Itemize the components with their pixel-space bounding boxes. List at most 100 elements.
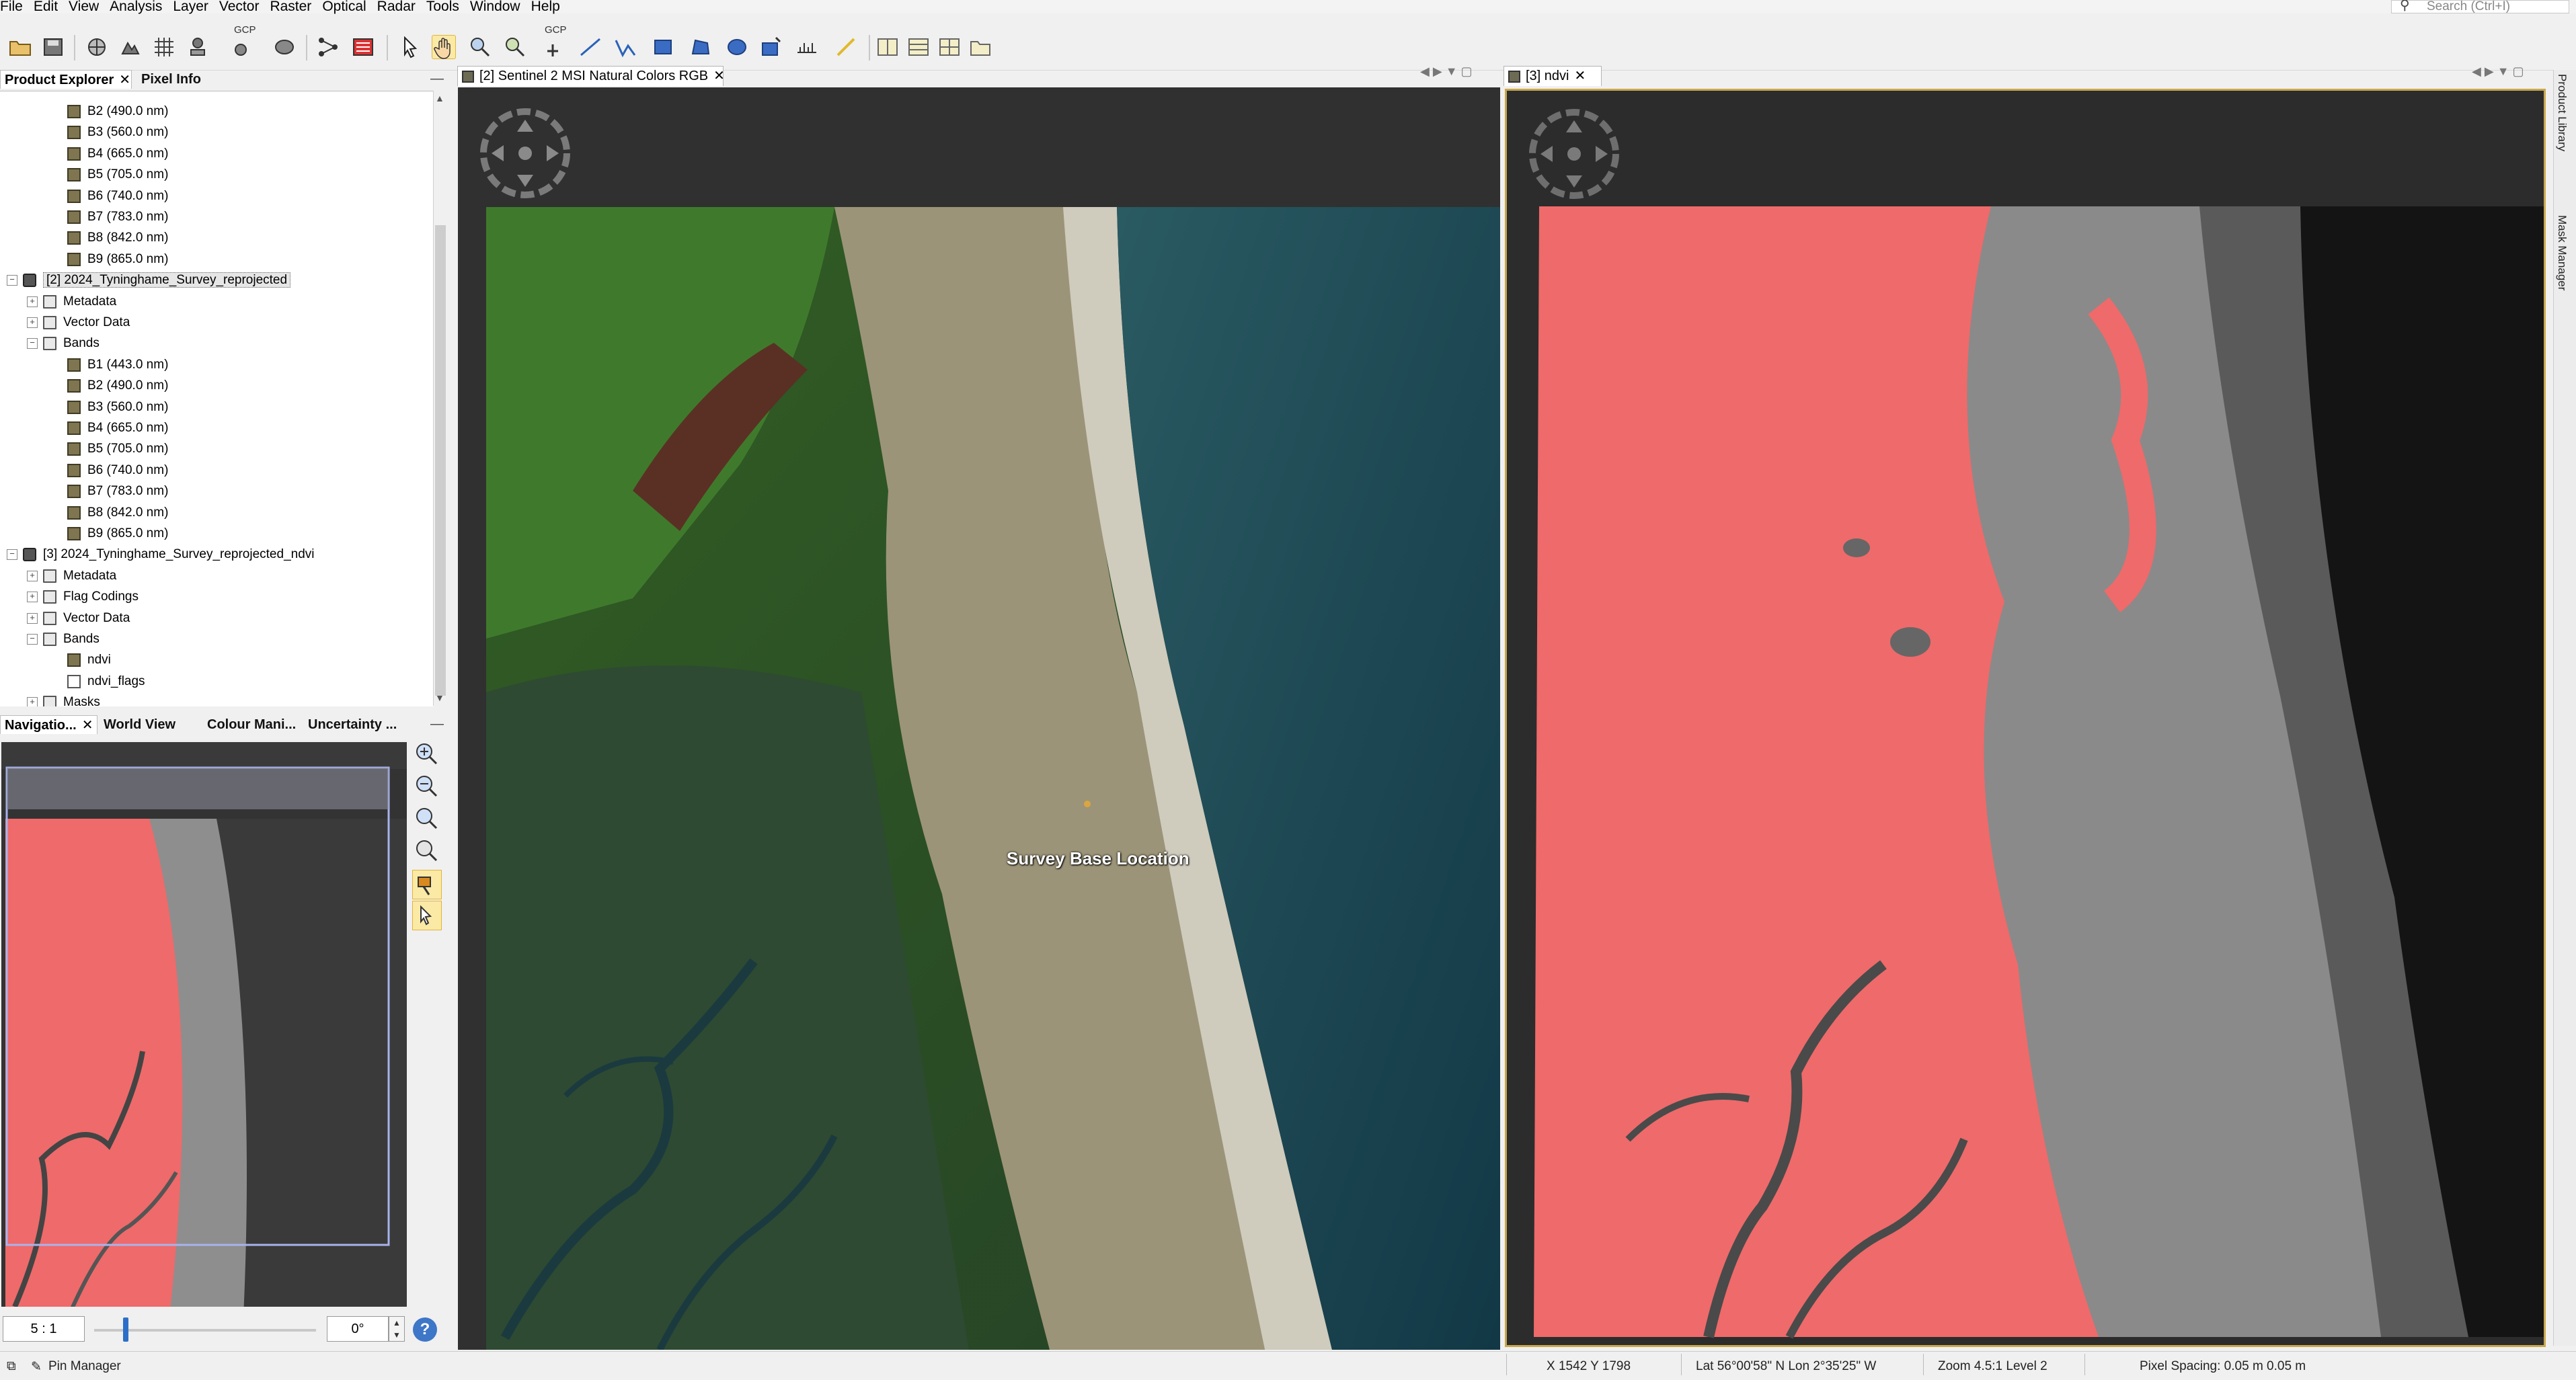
pin-placing-icon[interactable] [503, 35, 527, 59]
magic-wand-icon[interactable] [760, 35, 784, 59]
tile-horizontally-icon[interactable] [906, 35, 931, 59]
measure-icon[interactable] [834, 35, 858, 59]
export-icon[interactable] [118, 35, 143, 59]
menu-window[interactable]: Window [470, 0, 520, 13]
tree-band[interactable]: B1 (443.0 nm) [67, 354, 168, 375]
minimize-icon[interactable]: — [430, 71, 444, 87]
tab-product-explorer[interactable]: Product Explorer ✕ [0, 70, 132, 89]
tab-navigation[interactable]: Navigatio... ✕ [0, 715, 97, 734]
tree-product[interactable]: − [3] 2024_Tyninghame_Survey_reprojected_… [7, 544, 315, 565]
rotation-field[interactable]: 0° [327, 1316, 389, 1342]
close-icon[interactable]: ✕ [82, 718, 93, 733]
tree-folder[interactable]: + Metadata [27, 291, 116, 312]
rotation-spinner[interactable]: ▲ ▼ [389, 1316, 405, 1342]
pin-manager-label[interactable]: Pin Manager [48, 1359, 121, 1374]
zoom-actual-icon[interactable] [412, 804, 442, 834]
batch-processing-icon[interactable] [351, 35, 375, 59]
tree-folder[interactable]: − Bands [27, 628, 100, 649]
gcp-tool-icon[interactable] [229, 35, 253, 59]
menu-view[interactable]: View [69, 0, 99, 13]
select-tool-icon[interactable] [398, 35, 422, 59]
zoom-slider-thumb[interactable] [123, 1317, 128, 1342]
collapse-icon[interactable]: − [27, 633, 38, 645]
tree-band[interactable]: B8 (842.0 nm) [67, 502, 168, 523]
zoom-all-icon[interactable] [412, 836, 442, 866]
draw-line-icon[interactable] [578, 35, 602, 59]
tree-folder[interactable]: + Vector Data [27, 312, 130, 333]
expand-icon[interactable]: + [27, 612, 38, 624]
sync-cursor-icon[interactable] [412, 901, 442, 930]
tree-band[interactable]: B9 (865.0 nm) [67, 523, 168, 544]
tree-folder[interactable]: − Bands [27, 333, 100, 354]
geocoding-icon[interactable] [85, 35, 109, 59]
collapse-icon[interactable]: − [7, 275, 17, 286]
draw-polygon-icon[interactable] [689, 35, 713, 59]
expand-icon[interactable]: + [27, 697, 38, 706]
tree-band[interactable]: B6 (740.0 nm) [67, 460, 168, 481]
tab-view-rgb[interactable]: [2] Sentinel 2 MSI Natural Colors RGB ✕ [457, 66, 725, 86]
search-input[interactable]: ⚲ Search (Ctrl+I) [2391, 0, 2569, 13]
tree-band[interactable]: B8 (842.0 nm) [67, 227, 168, 248]
draw-rectangle-icon[interactable] [651, 35, 675, 59]
tree-band[interactable]: B5 (705.0 nm) [67, 164, 168, 185]
pan-tool-icon[interactable] [432, 35, 456, 59]
expand-icon[interactable]: + [27, 317, 38, 328]
menu-optical[interactable]: Optical [322, 0, 366, 13]
tree-band[interactable]: B5 (705.0 nm) [67, 438, 168, 459]
menu-raster[interactable]: Raster [270, 0, 311, 13]
tile-single-icon[interactable] [968, 35, 992, 59]
menu-vector[interactable]: Vector [219, 0, 260, 13]
menu-tools[interactable]: Tools [426, 0, 459, 13]
tree-product[interactable]: − [2] 2024_Tyninghame_Survey_reprojected [7, 270, 291, 290]
side-tab-product-library[interactable]: Product Library [2555, 74, 2569, 151]
tab-pixel-info[interactable]: Pixel Info [137, 70, 211, 89]
tree-folder[interactable]: + Flag Codings [27, 586, 139, 607]
expand-icon[interactable]: + [27, 296, 38, 307]
tree-band[interactable]: B2 (490.0 nm) [67, 375, 168, 396]
sync-views-icon[interactable] [412, 870, 442, 899]
tab-colour-manipulation[interactable]: Colour Mani... [203, 715, 301, 734]
tree-band[interactable]: ndvi [67, 649, 111, 670]
tree-band[interactable]: ndvi_flags [67, 671, 145, 692]
zoom-factor-field[interactable]: 5 : 1 [3, 1316, 85, 1342]
tree-band[interactable]: B6 (740.0 nm) [67, 186, 168, 206]
zoom-in-icon[interactable] [412, 739, 442, 769]
scroll-down-icon[interactable]: ▼ [435, 692, 444, 703]
maximize-icon[interactable]: ⧉ [7, 1359, 16, 1374]
expand-icon[interactable]: + [27, 570, 38, 581]
close-icon[interactable]: ✕ [1574, 69, 1586, 83]
tree-band[interactable]: B4 (665.0 nm) [67, 143, 168, 164]
help-button[interactable]: ? [413, 1317, 437, 1342]
grid-icon[interactable] [152, 35, 176, 59]
side-tab-mask-manager[interactable]: Mask Manager [2555, 215, 2569, 290]
image-view-ndvi[interactable] [1505, 89, 2546, 1347]
gcp-placing-icon[interactable] [541, 35, 565, 59]
menu-file[interactable]: File [0, 0, 23, 13]
menu-analysis[interactable]: Analysis [110, 0, 162, 13]
collapse-icon[interactable]: − [27, 338, 38, 350]
scroll-up-icon[interactable]: ▲ [435, 93, 444, 104]
minimize-icon[interactable]: — [430, 717, 444, 732]
image-view-rgb[interactable] [458, 87, 1500, 1350]
menu-help[interactable]: Help [531, 0, 560, 13]
pin-tool-icon[interactable] [186, 35, 210, 59]
close-icon[interactable]: ✕ [119, 73, 130, 87]
tree-folder[interactable]: + Masks [27, 692, 100, 706]
tree-band[interactable]: B7 (783.0 nm) [67, 481, 168, 501]
tab-world-view[interactable]: World View [100, 715, 202, 734]
view-nav-arrows[interactable]: ◀ ▶ ▼ ▢ [1420, 65, 1473, 79]
tree-band[interactable]: B2 (490.0 nm) [67, 101, 168, 122]
tab-uncertainty[interactable]: Uncertainty ... [304, 715, 405, 734]
tree-band[interactable]: B7 (783.0 nm) [67, 206, 168, 227]
open-product-icon[interactable] [8, 35, 32, 59]
tile-evenly-icon[interactable] [875, 35, 900, 59]
expand-icon[interactable]: + [27, 592, 38, 603]
navigation-view[interactable] [1, 742, 407, 1317]
draw-ellipse-icon[interactable] [725, 35, 749, 59]
close-icon[interactable]: ✕ [713, 69, 725, 83]
view-nav-arrows[interactable]: ◀ ▶ ▼ ▢ [2472, 65, 2524, 79]
tree-band[interactable]: B3 (560.0 nm) [67, 122, 168, 143]
save-product-icon[interactable] [42, 35, 66, 59]
tree-band[interactable]: B3 (560.0 nm) [67, 397, 168, 417]
range-finder-icon[interactable] [795, 35, 819, 59]
